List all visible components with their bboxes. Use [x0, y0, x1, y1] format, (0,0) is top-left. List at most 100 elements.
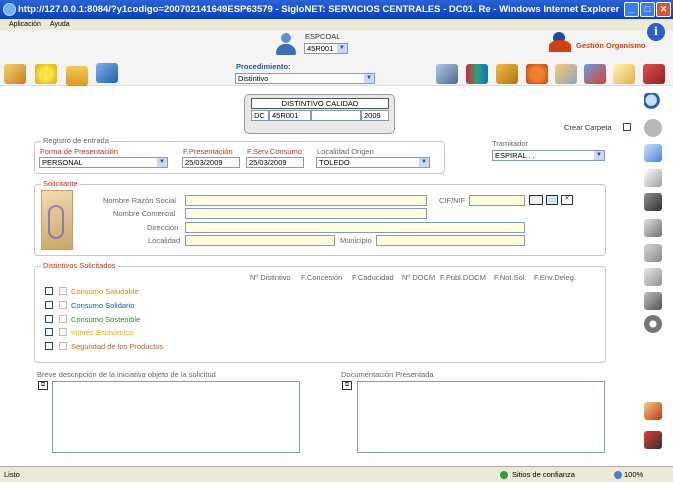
distintivo-code-office[interactable]: 45R001: [269, 110, 311, 121]
distintivo-checkbox[interactable]: [45, 287, 53, 295]
breve-descripcion-textarea[interactable]: [52, 381, 300, 453]
folder-icon[interactable]: [66, 66, 88, 86]
settings-gear-icon[interactable]: [644, 315, 662, 333]
security-zone: Sitios de confianza: [512, 470, 575, 479]
print-preview-icon[interactable]: [644, 292, 662, 310]
distintivo-code-prefix[interactable]: DC: [251, 110, 269, 121]
forma-select[interactable]: PERSONAL ▼: [39, 157, 168, 168]
window-title-bar: http://127.0.0.1:8084/?y1codigo=20070214…: [0, 0, 673, 19]
user-icon: [276, 33, 296, 55]
procedimiento-label: Procedimiento:: [236, 62, 291, 71]
municipio-field[interactable]: [376, 235, 525, 246]
cif-field[interactable]: [469, 195, 525, 206]
maximize-button[interactable]: □: [640, 2, 655, 17]
printer-icon[interactable]: [644, 193, 662, 211]
distintivo-checkbox[interactable]: [45, 328, 53, 336]
expand-text-icon[interactable]: ⧉: [342, 381, 352, 390]
documents-icon[interactable]: [644, 169, 662, 187]
paperclip-icon[interactable]: [644, 268, 662, 286]
col-header: Nº Distintivo: [250, 273, 291, 282]
tractor-icon[interactable]: [644, 431, 662, 449]
fax-icon[interactable]: [644, 244, 662, 262]
nombre-comercial-label: Nombre Comercial: [113, 209, 176, 218]
stack-icon[interactable]: [644, 144, 662, 162]
crear-carpeta-checkbox[interactable]: [623, 123, 631, 131]
fservconsumo-field[interactable]: 25/03/2009: [246, 157, 304, 168]
distintivo-item: Seguridad de los Productos: [71, 342, 164, 351]
book-icon[interactable]: [643, 64, 665, 84]
books-icon[interactable]: [466, 64, 488, 84]
back-icon[interactable]: [644, 119, 662, 137]
search-person-icon[interactable]: [546, 195, 558, 205]
municipio-label: Municipio: [340, 236, 372, 245]
search-document-icon[interactable]: [555, 64, 577, 84]
direccion-label: Dirección: [147, 223, 179, 232]
lightbulb-icon[interactable]: [35, 64, 57, 84]
distintivo-checkbox[interactable]: [45, 342, 53, 350]
documentacion-label: Documentación Presentada: [341, 370, 434, 379]
edit-icon[interactable]: [4, 64, 26, 84]
nombre-razon-social-label: Nombre Razón Social: [103, 196, 176, 205]
chevron-down-icon: ▼: [157, 158, 167, 167]
card-lookup-icon[interactable]: [529, 195, 543, 205]
distintivo-checkbox[interactable]: [45, 315, 53, 323]
tramitador-label: Tramitador: [492, 139, 528, 148]
col-header: Nº DOCM: [402, 273, 436, 282]
user-select[interactable]: 45R001 ▼: [304, 43, 348, 54]
scanner-icon[interactable]: [644, 219, 662, 237]
fpresentacion-field[interactable]: 25/03/2009: [182, 157, 240, 168]
trusted-zone-icon: [500, 471, 508, 479]
direccion-field[interactable]: [185, 222, 525, 233]
col-header: F.Env.Deleg.: [534, 273, 576, 282]
minimize-button[interactable]: _: [624, 2, 639, 17]
distintivo-checkbox-secondary[interactable]: [59, 287, 67, 295]
menu-ayuda[interactable]: Ayuda: [50, 21, 70, 28]
ie-icon: [3, 3, 16, 16]
nombre-comercial-field[interactable]: [185, 208, 427, 219]
expand-text-icon[interactable]: ⧉: [38, 381, 48, 390]
distintivo-code-number[interactable]: [311, 110, 361, 121]
distintivo-code-year[interactable]: 2009: [361, 110, 389, 121]
magnifier-icon[interactable]: [644, 93, 662, 111]
distintivo-checkbox-secondary[interactable]: [59, 342, 67, 350]
help-icon[interactable]: i: [647, 23, 665, 41]
procedimiento-select[interactable]: Distintivo ▼: [235, 73, 375, 84]
archive-icon[interactable]: [496, 64, 518, 84]
zoom-icon: [614, 471, 622, 479]
fservconsumo-label: F.Serv.Consumo: [247, 147, 302, 156]
header: ESPCOAL 45R001 ▼ Gestión Organismo i Proc…: [0, 23, 673, 86]
solicitante-legend: Solicitante: [41, 179, 80, 188]
zoom-level[interactable]: 100%: [624, 467, 643, 482]
brand-logo: [549, 32, 571, 54]
menu-bar: Aplicación Ayuda: [0, 19, 673, 30]
clean-broom-icon[interactable]: [644, 402, 662, 420]
certificate-icon[interactable]: [613, 64, 635, 84]
app-area: ESPCOAL 45R001 ▼ Gestión Organismo i Proc…: [0, 23, 673, 466]
computer-network-icon[interactable]: [96, 63, 118, 83]
distintivo-checkbox-secondary[interactable]: [59, 301, 67, 309]
close-button[interactable]: ✕: [656, 2, 671, 17]
clear-icon[interactable]: ✕: [561, 195, 573, 205]
distintivo-checkbox-secondary[interactable]: [59, 328, 67, 336]
col-header: F.Concesión: [301, 273, 343, 282]
firefox-icon[interactable]: [526, 64, 548, 84]
window-title: http://127.0.0.1:8084/?y1codigo=20070214…: [18, 4, 620, 15]
forma-label: Forma de Presentación: [40, 147, 118, 156]
status-text: Listo: [4, 470, 20, 479]
cif-label: CIF/NIF: [439, 196, 466, 205]
documentacion-textarea[interactable]: [357, 381, 605, 453]
chevron-down-icon: ▼: [337, 44, 347, 53]
distintivos-legend: Distintivos Solicitados: [41, 261, 118, 270]
laptop-icon[interactable]: [436, 64, 458, 84]
tramitador-select[interactable]: ESPIRAL . . ▼: [492, 150, 605, 161]
distintivo-checkbox[interactable]: [45, 301, 53, 309]
distintivo-box: DISTINTIVO CALIDAD DC 45R001 2009: [244, 94, 395, 134]
col-header: F.Publ.DOCM: [440, 273, 486, 282]
tools-icon[interactable]: [584, 64, 606, 84]
menu-aplicacion[interactable]: Aplicación: [9, 21, 41, 28]
localidad-origen-select[interactable]: TOLEDO ▼: [316, 157, 430, 168]
breve-descripcion-label: Breve descripción de la iniciativa objet…: [37, 370, 216, 379]
distintivo-checkbox-secondary[interactable]: [59, 315, 67, 323]
nombre-razon-social-field[interactable]: [185, 195, 427, 206]
localidad-field[interactable]: [185, 235, 335, 246]
